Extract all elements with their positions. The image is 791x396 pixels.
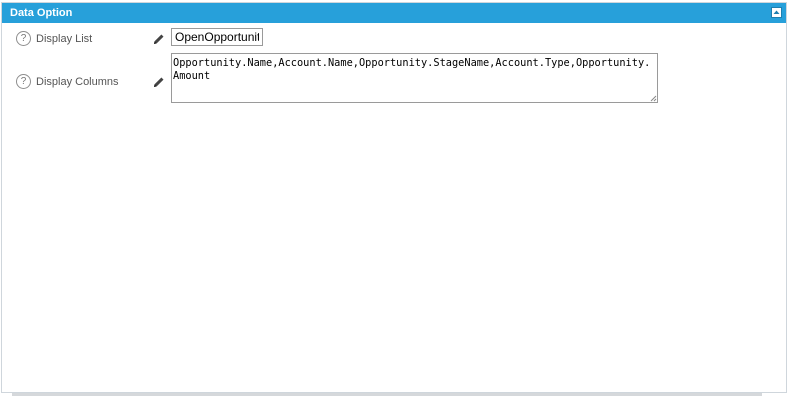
display-columns-label: Display Columns (36, 75, 119, 88)
edit-display-list-pencil-icon[interactable] (153, 33, 165, 45)
display-columns-container: Opportunity.Name,Account.Name,Opportunit… (171, 53, 658, 103)
help-icon[interactable]: ? (16, 31, 31, 46)
display-columns-textarea[interactable]: Opportunity.Name,Account.Name,Opportunit… (171, 53, 658, 103)
panel-header: Data Option (2, 3, 786, 23)
edit-display-columns-pencil-icon[interactable] (153, 76, 165, 88)
collapse-up-icon (773, 10, 780, 14)
display-list-label: Display List (36, 32, 93, 45)
help-icon[interactable]: ? (16, 74, 31, 89)
resize-grip-icon[interactable] (650, 95, 657, 102)
collapse-button[interactable] (771, 7, 782, 18)
data-option-panel: Data Option ? Display List ? Display Col… (1, 2, 787, 396)
display-list-input[interactable] (171, 28, 263, 46)
display-columns-row-label: ? Display Columns (16, 74, 119, 89)
display-list-row-label: ? Display List (16, 31, 92, 46)
panel-title: Data Option (10, 7, 73, 19)
